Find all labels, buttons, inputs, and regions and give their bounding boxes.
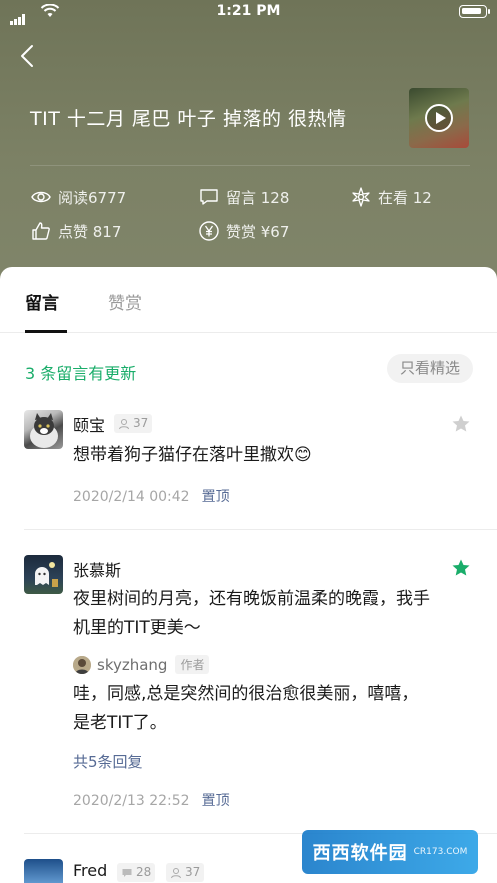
comments-sheet: 留言 赞赏 3 条留言有更新 只看精选 颐宝 37 想带着狗子猫仔在落叶里撒欢😊… — [0, 267, 497, 883]
badge-value: 37 — [185, 865, 201, 879]
comment-text: 夜里树间的月亮，还有晚饭前温柔的晚霞，我手机里的TIT更美～ — [73, 589, 430, 638]
stat-likes[interactable]: 点赞 817 — [30, 220, 121, 242]
stat-reads-label: 阅读6777 — [58, 188, 127, 207]
stat-rewards-label: 赞赏 ¥67 — [226, 222, 290, 241]
updates-notice[interactable]: 3 条留言有更新 — [25, 360, 136, 384]
pin-button[interactable]: 置顶 — [202, 793, 230, 809]
pin-button[interactable]: 置顶 — [202, 489, 230, 505]
more-replies-link[interactable]: 共5条回复 — [73, 751, 143, 772]
author-tag: 作者 — [175, 655, 210, 674]
author-avatar[interactable] — [73, 655, 91, 674]
video-thumbnail[interactable] — [409, 88, 469, 148]
avatar[interactable] — [24, 410, 63, 449]
comment-icon — [200, 189, 218, 205]
eye-icon — [31, 191, 51, 203]
follower-badge: 37 — [166, 863, 205, 882]
status-time: 1:21 PM — [216, 3, 281, 19]
badge-value: 28 — [136, 865, 152, 879]
tab-active-indicator — [25, 330, 67, 333]
commenter-name[interactable]: 张慕斯 — [73, 557, 121, 581]
commenter-name[interactable]: Fred — [73, 861, 107, 880]
play-icon[interactable] — [425, 104, 453, 132]
featured-only-button[interactable]: 只看精选 — [387, 354, 473, 383]
sparkle-icon — [352, 187, 370, 207]
comment-icon — [122, 868, 132, 877]
article-header: 1:21 PM TIT 十二月 尾巴 叶子 掉落的 很热情 阅读6777 留言 … — [0, 0, 497, 290]
thumbs-up-icon — [32, 222, 50, 240]
comment-meta: 2020/2/13 22:52 置顶 — [73, 790, 230, 810]
stat-likes-label: 点赞 817 — [58, 222, 122, 241]
tab-rewards[interactable]: 赞赏 — [108, 289, 142, 314]
comment-date: 2020/2/13 22:52 — [73, 793, 190, 809]
author-reply-header: skyzhang 作者 — [73, 655, 210, 674]
star-icon[interactable] — [451, 414, 471, 434]
battery-icon — [459, 5, 490, 18]
person-icon — [119, 418, 129, 429]
stat-comments-label: 留言 128 — [226, 188, 290, 207]
stat-watching-label: 在看 12 — [378, 188, 432, 207]
article-title: TIT 十二月 尾巴 叶子 掉落的 很热情 — [30, 108, 347, 130]
star-icon[interactable] — [451, 558, 471, 578]
watermark-logo: 西西软件园 CR173.COM — [302, 830, 478, 874]
status-bar: 1:21 PM — [0, 0, 497, 25]
stat-reads: 阅读6777 — [30, 186, 126, 208]
tab-comments[interactable]: 留言 — [25, 289, 59, 314]
tab-bar: 留言 赞赏 — [0, 267, 497, 333]
battery-level — [462, 8, 481, 14]
commenter-name[interactable]: 颐宝 — [73, 412, 105, 436]
follower-badge: 37 — [114, 414, 153, 433]
author-reply-text: 哇，同感,总是突然间的很治愈很美丽，嘻嘻，是老TIT了。 — [73, 684, 419, 733]
comment-text: 想带着狗子猫仔在落叶里撒欢😊 — [73, 445, 312, 465]
author-avatar-icon — [73, 655, 91, 674]
cat-avatar-icon — [30, 413, 58, 448]
person-icon — [171, 867, 181, 878]
ghost-avatar-icon — [35, 562, 58, 587]
comment-count-badge: 28 — [117, 863, 156, 882]
comment-meta: 2020/2/14 00:42 置顶 — [73, 486, 230, 506]
stat-watching[interactable]: 在看 12 — [350, 186, 432, 208]
header-divider — [30, 165, 470, 166]
back-arrow-icon[interactable] — [16, 42, 40, 70]
author-name[interactable]: skyzhang — [97, 656, 167, 674]
avatar[interactable] — [24, 555, 63, 594]
yen-icon — [199, 221, 219, 241]
comment-date: 2020/2/14 00:42 — [73, 489, 190, 505]
watermark-sub: CR173.COM — [413, 847, 468, 857]
avatar[interactable] — [24, 859, 63, 883]
stat-rewards[interactable]: 赞赏 ¥67 — [198, 220, 289, 242]
stat-comments[interactable]: 留言 128 — [198, 186, 289, 208]
badge-value: 37 — [133, 416, 149, 430]
comment-divider — [24, 529, 497, 530]
watermark-main: 西西软件园 — [312, 843, 408, 864]
